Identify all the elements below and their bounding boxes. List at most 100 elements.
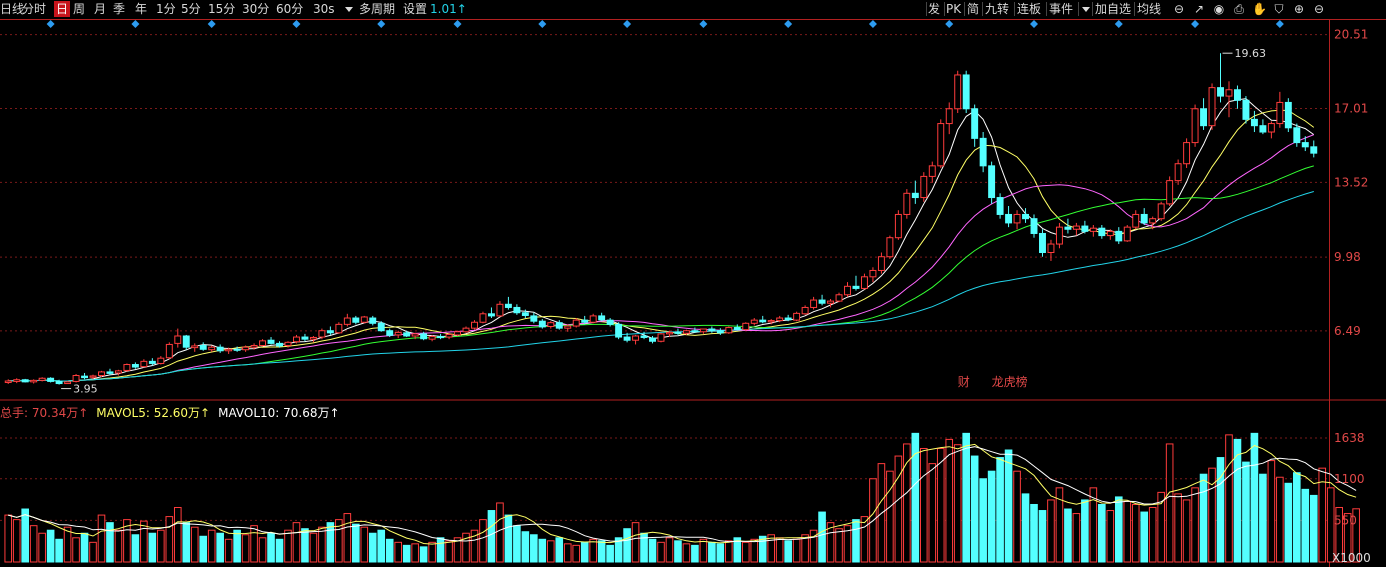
candle-body xyxy=(462,327,470,333)
price-tick-label: 9.98 xyxy=(1334,250,1361,264)
volume-bar xyxy=(275,538,284,563)
event-marker-icon xyxy=(292,20,301,28)
volume-bar xyxy=(165,516,174,563)
candle-body xyxy=(767,320,775,323)
candle-body xyxy=(1301,142,1309,148)
volume-tick-label: 1638 xyxy=(1334,431,1365,445)
tool-button-1[interactable]: PK xyxy=(946,1,961,17)
volume-unit-label: X1000 xyxy=(1332,551,1371,565)
candle-body xyxy=(242,346,250,351)
volume-bar-layer[interactable] xyxy=(4,432,1360,563)
tool-button-6[interactable]: 加自选 xyxy=(1095,1,1131,17)
period-tab-6[interactable]: 年 xyxy=(135,1,147,17)
volume-bar xyxy=(1284,482,1293,563)
zoom-out-icon[interactable]: ⊖ xyxy=(1312,2,1326,16)
period-tab-4[interactable]: 月 xyxy=(94,1,106,17)
zoom-in-icon[interactable]: ⊕ xyxy=(1292,2,1306,16)
period-tab-7[interactable]: 1分 xyxy=(156,1,176,17)
tool-button-2[interactable]: 简 xyxy=(967,1,979,17)
period-tab-9[interactable]: 15分 xyxy=(208,1,235,17)
candle-body xyxy=(606,319,614,325)
candle-body xyxy=(623,336,631,341)
tool-button-3[interactable]: 九转 xyxy=(985,1,1009,17)
period-tab-0[interactable]: 日线 xyxy=(0,1,24,17)
event-marker-icon xyxy=(1191,20,1200,28)
annotation-label: 19.63 xyxy=(1235,47,1267,60)
magnify-minus-icon[interactable]: ⊖ xyxy=(1172,2,1186,16)
volume-bar xyxy=(597,540,606,563)
volume-bar xyxy=(72,537,80,563)
volume-bar xyxy=(199,535,208,563)
candle-body xyxy=(903,192,911,215)
period-tab-14[interactable]: 设置 xyxy=(403,1,427,17)
volume-bar xyxy=(233,529,241,563)
volume-bar xyxy=(589,538,597,563)
volume-bar xyxy=(623,528,631,563)
period-tab-3[interactable]: 周 xyxy=(73,1,85,17)
volume-bar xyxy=(894,455,903,563)
period-tab-10[interactable]: 30分 xyxy=(242,1,269,17)
candle-body xyxy=(801,306,809,315)
candle-body xyxy=(1140,213,1148,224)
candle-body xyxy=(1115,230,1123,242)
event-marker-layer[interactable] xyxy=(46,20,1284,28)
tool-button-4[interactable]: 连板 xyxy=(1017,1,1041,17)
candle-body xyxy=(1098,227,1106,237)
volume-bar xyxy=(928,463,937,563)
volume-bar xyxy=(267,532,275,563)
crosshair-icon[interactable]: ↗ xyxy=(1192,2,1206,16)
period-tab-2[interactable]: 日 xyxy=(54,1,71,17)
hand-icon[interactable]: ✋ xyxy=(1252,2,1267,16)
candle-body xyxy=(428,336,436,340)
event-marker-icon xyxy=(538,20,547,28)
event-marker-icon xyxy=(453,20,462,28)
volume-bar xyxy=(157,529,165,563)
chevron-down-icon[interactable] xyxy=(345,7,353,12)
period-tab-11[interactable]: 60分 xyxy=(276,1,303,17)
bookmark-icon[interactable]: ⛉ xyxy=(1272,2,1286,16)
volume-bar xyxy=(919,447,928,563)
tool-button-5[interactable]: 事件 xyxy=(1049,1,1073,17)
candlestick-layer[interactable] xyxy=(4,53,1318,385)
period-tab-13[interactable]: 多周期 xyxy=(359,1,395,17)
candle-body xyxy=(996,197,1004,215)
toolbar-divider xyxy=(982,2,983,16)
volume-bar xyxy=(504,514,513,563)
candle-body xyxy=(699,328,707,333)
candle-body xyxy=(437,336,445,339)
toolbar-divider xyxy=(926,2,927,16)
volume-bar xyxy=(657,541,665,563)
candle-body xyxy=(547,322,555,327)
volume-bar xyxy=(207,529,216,563)
annotation-label: 3.95 xyxy=(73,383,98,396)
indicator-value[interactable]: 1.01↑ xyxy=(430,1,467,17)
candle-body xyxy=(1242,99,1250,120)
candle-body xyxy=(1191,108,1199,144)
volume-bar xyxy=(411,543,419,563)
volume-bar xyxy=(419,546,428,563)
candle-body xyxy=(911,192,919,199)
tool-button-0[interactable]: 发 xyxy=(928,1,940,17)
candle-body xyxy=(1089,227,1097,232)
volume-bar xyxy=(1114,496,1123,563)
eye-icon[interactable]: ◉ xyxy=(1212,2,1226,16)
volume-bar xyxy=(886,470,894,563)
volume-bar xyxy=(377,529,386,563)
volume-bar xyxy=(572,544,581,563)
period-tab-8[interactable]: 5分 xyxy=(181,1,201,17)
event-marker-icon xyxy=(868,20,877,28)
volume-bar xyxy=(182,522,191,563)
candle-body xyxy=(937,123,945,167)
candle-body xyxy=(335,323,343,334)
chevron-down-icon[interactable] xyxy=(1082,7,1090,12)
candle-body xyxy=(318,330,326,338)
candle-body xyxy=(293,336,300,343)
period-tab-1[interactable]: 分时 xyxy=(22,1,46,17)
period-tab-12[interactable]: 30s xyxy=(313,1,335,17)
event-marker-icon xyxy=(46,20,55,28)
tool-button-7[interactable]: 均线 xyxy=(1137,1,1161,17)
volume-bar xyxy=(682,543,691,563)
print-icon[interactable]: ⎙ xyxy=(1232,2,1246,16)
stock-chart[interactable]: 20.5117.0113.529.986.4916381100550X1000 … xyxy=(0,0,1386,567)
period-tab-5[interactable]: 季 xyxy=(113,1,125,17)
